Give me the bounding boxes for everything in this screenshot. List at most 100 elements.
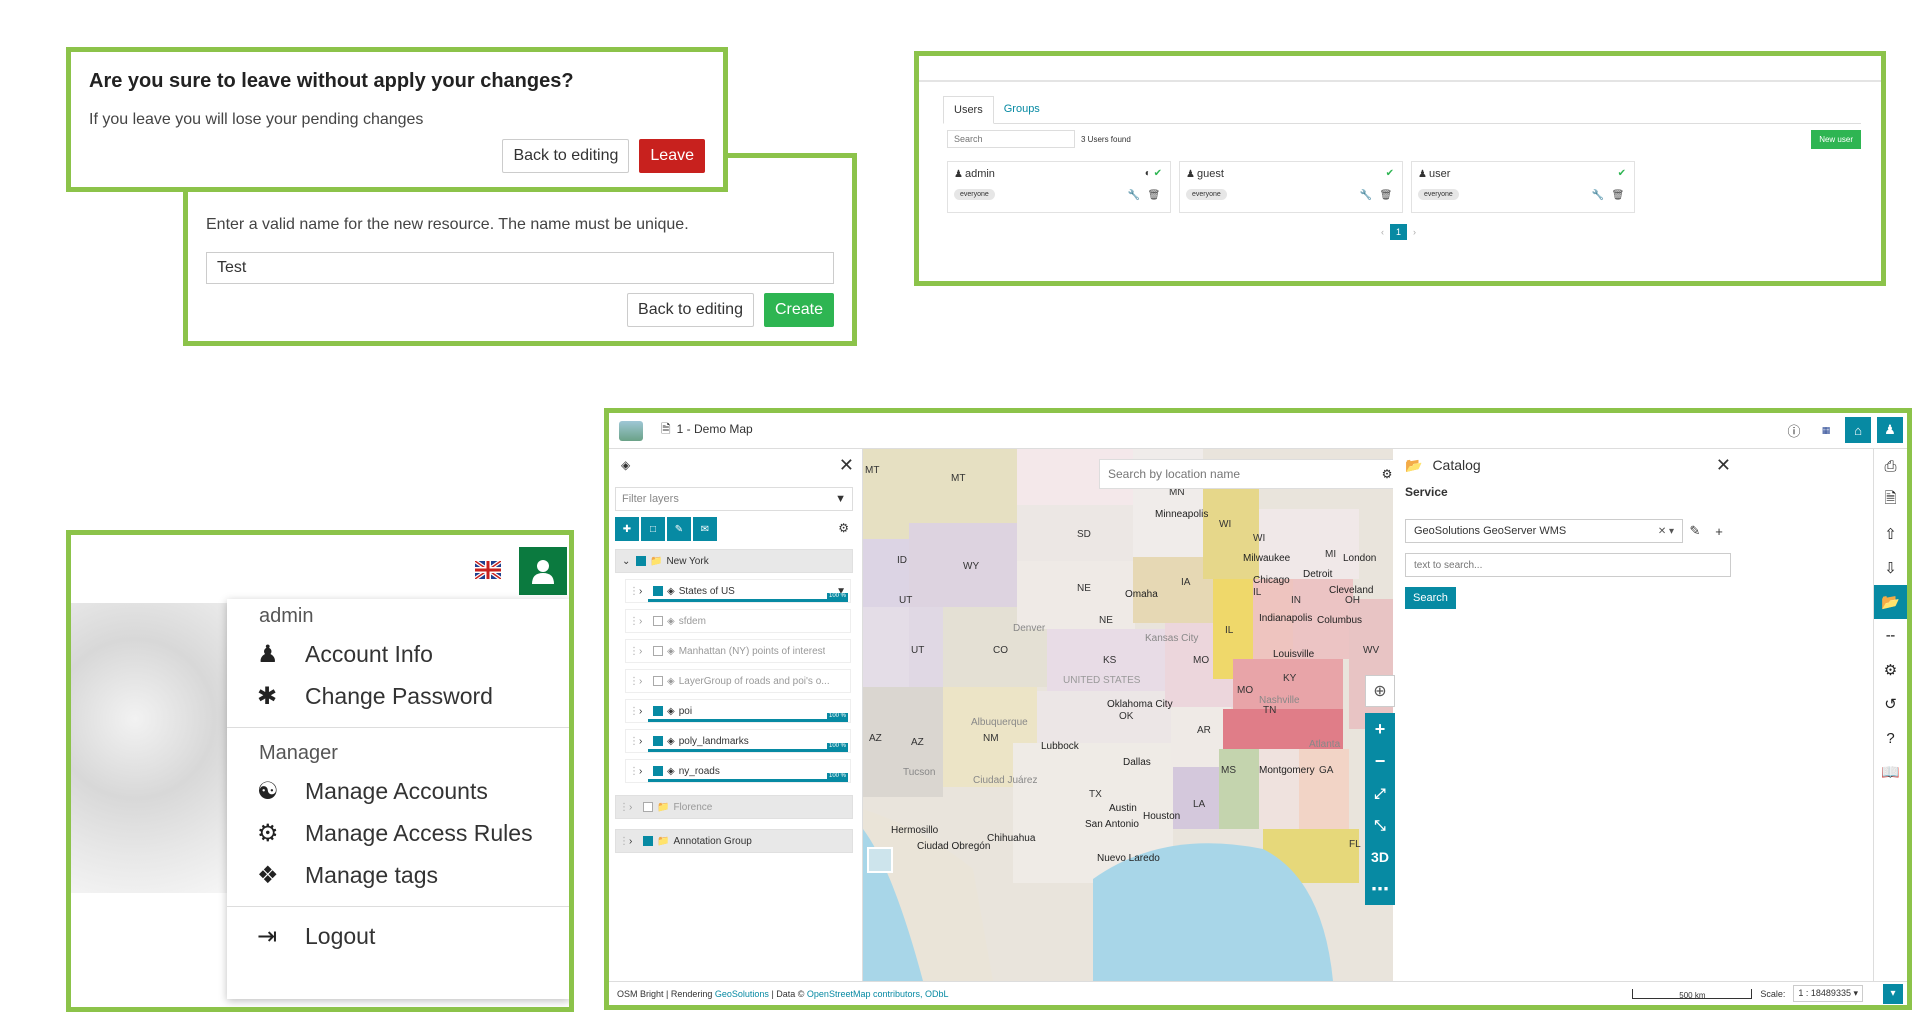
uk-flag-icon[interactable] (475, 561, 501, 579)
home-icon[interactable]: ⌂ (1845, 417, 1871, 443)
chevron-right-icon[interactable]: › (629, 802, 639, 813)
users-search-input[interactable] (947, 130, 1075, 148)
close-icon[interactable]: ✕ (839, 455, 854, 476)
layer-item[interactable]: ⋮ › ◈ States of US ▼ 100 % (625, 579, 851, 603)
filter-layers-input[interactable]: Filter layers ▼ (615, 487, 853, 511)
user-card-guest[interactable]: ♟ guest ✔ everyone 🔧 🗑 (1179, 161, 1403, 213)
opacity-bar[interactable]: 100 % (648, 713, 848, 722)
drag-handle-icon[interactable]: ⋮ (629, 616, 639, 627)
group-checkbox[interactable] (636, 556, 646, 566)
book-icon[interactable]: 📖 (1874, 755, 1908, 789)
fullscreen-icon[interactable]: ⤡ (1374, 809, 1385, 841)
edit-wrench-icon[interactable]: 🔧 (1590, 188, 1606, 204)
drag-handle-icon[interactable]: ⋮ (629, 676, 639, 687)
next-page-chevron-icon[interactable]: › (1413, 227, 1416, 237)
gear-icon[interactable]: ⚙ (1874, 653, 1908, 687)
chevron-right-icon[interactable]: › (639, 676, 649, 687)
delete-trash-icon[interactable]: 🗑 (1610, 188, 1626, 204)
account-info-item[interactable]: ♟ Account Info (227, 633, 569, 675)
layer-checkbox[interactable] (653, 586, 663, 596)
delete-trash-icon[interactable]: 🗑 (1146, 188, 1162, 204)
background-selector-icon[interactable] (867, 847, 893, 873)
layer-checkbox[interactable] (653, 676, 663, 686)
location-search-box[interactable]: Search by location name ⚙⚲☰ (1099, 459, 1393, 489)
layer-group-florence[interactable]: ⋮ › 📁 Florence (615, 795, 853, 819)
chevron-right-icon[interactable]: › (629, 836, 639, 847)
layer-item[interactable]: ⋮ › ◈ LayerGroup of roads and poi's o... (625, 669, 851, 693)
new-user-button[interactable]: New user (1811, 130, 1861, 149)
drag-handle-icon[interactable]: ⋮ (629, 586, 639, 597)
opacity-bar[interactable]: 100 % (648, 593, 848, 602)
add-layer-icon[interactable]: ✚ (615, 517, 639, 541)
map-canvas[interactable]: Search by location name ⚙⚲☰ MT MT ID WY … (863, 449, 1393, 981)
manage-tags-item[interactable]: ❖ Manage tags (227, 854, 569, 896)
group-checkbox[interactable] (643, 836, 653, 846)
chevron-right-icon[interactable]: › (639, 706, 649, 717)
user-card-admin[interactable]: ♟ admin ◐ ✔ everyone 🔧 🗑 (947, 161, 1171, 213)
zoom-in-icon[interactable]: + (1375, 713, 1386, 745)
zoom-out-icon[interactable]: − (1375, 745, 1386, 777)
edit-wrench-icon[interactable]: 🔧 (1358, 188, 1374, 204)
manage-accounts-item[interactable]: ☯ Manage Accounts (227, 770, 569, 812)
chevron-right-icon[interactable]: › (639, 616, 649, 627)
layer-item[interactable]: ⋮ › ◈ sfdem (625, 609, 851, 633)
clear-icon[interactable]: ✕ ▾ (1658, 526, 1674, 537)
drag-handle-icon[interactable]: ⋮ (629, 766, 639, 777)
layer-checkbox[interactable] (653, 616, 663, 626)
add-group-icon[interactable]: □ (641, 517, 665, 541)
manage-access-rules-item[interactable]: ⚙ Manage Access Rules (227, 812, 569, 854)
chevron-right-icon[interactable]: › (639, 736, 649, 747)
layer-group-annotation[interactable]: ⋮ › 📁 Annotation Group (615, 829, 853, 853)
create-button[interactable]: Create (763, 293, 834, 327)
change-password-item[interactable]: ✱ Change Password (227, 675, 569, 717)
user-icon[interactable]: ♟ (1877, 417, 1903, 443)
catalog-search-button[interactable]: Search (1405, 587, 1456, 609)
gear-icon[interactable]: ⚙ (838, 521, 849, 535)
leave-button[interactable]: Leave (639, 139, 705, 173)
logout-item[interactable]: ⇥ Logout (227, 915, 569, 957)
layer-checkbox[interactable] (653, 706, 663, 716)
layer-item[interactable]: ⋮ › ◈ Manhattan (NY) points of interest (625, 639, 851, 663)
filter-icon[interactable]: ▼ (835, 493, 846, 505)
drag-handle-icon[interactable]: ⋮ (619, 836, 629, 847)
chevron-right-icon[interactable]: › (639, 586, 649, 597)
group-checkbox[interactable] (643, 802, 653, 812)
geosolutions-link[interactable]: GeoSolutions (715, 989, 769, 999)
opacity-bar[interactable]: 100 % (648, 773, 848, 782)
locate-me-button[interactable]: ⊕ (1365, 675, 1395, 707)
scale-select[interactable]: 1 : 18489335 ▾ (1793, 985, 1863, 1002)
prev-page-chevron-icon[interactable]: ‹ (1381, 227, 1384, 237)
measure-ruler-icon[interactable]: ╌ (1874, 619, 1908, 653)
catalog-folder-icon[interactable]: 📂 (1873, 585, 1907, 619)
mapstore-logo[interactable] (619, 420, 643, 441)
info-icon[interactable]: ⓘ (1781, 417, 1807, 443)
back-to-editing-button[interactable]: Back to editing (502, 139, 630, 173)
download-icon[interactable]: ⇩ (1874, 551, 1908, 585)
share-icon[interactable]: ↺ (1874, 687, 1908, 721)
layer-checkbox[interactable] (653, 736, 663, 746)
document-icon[interactable]: 🗎 (1874, 483, 1908, 517)
print-icon[interactable]: ⎙ (1874, 449, 1908, 483)
user-card-user[interactable]: ♟ user ✔ everyone 🔧 🗑 (1411, 161, 1635, 213)
drag-handle-icon[interactable]: ⋮ (629, 646, 639, 657)
edit-service-icon[interactable]: ✎ (1683, 519, 1707, 543)
chevron-right-icon[interactable]: › (639, 646, 649, 657)
layer-group-new-york[interactable]: ⌄ 📁 New York (615, 549, 853, 573)
osm-link[interactable]: OpenStreetMap contributors, ODbL (807, 989, 949, 999)
zoom-to-extent-icon[interactable]: ⤢ (1374, 777, 1385, 809)
service-select[interactable]: GeoSolutions GeoServer WMS ✕ ▾ (1405, 519, 1683, 543)
chevron-down-icon[interactable]: ⌄ (622, 556, 632, 567)
gear-icon[interactable]: ⚙ (1382, 467, 1393, 481)
language-flag-icon[interactable]: ▦ (1813, 417, 1839, 443)
user-menu-button[interactable] (519, 547, 567, 595)
add-service-icon[interactable]: + (1707, 519, 1731, 543)
opacity-bar[interactable]: 100 % (648, 743, 848, 752)
tab-users[interactable]: Users (943, 96, 994, 124)
tab-groups[interactable]: Groups (994, 96, 1050, 123)
drag-handle-icon[interactable]: ⋮ (629, 706, 639, 717)
layer-item[interactable]: ⋮ › ◈ poi 100 % (625, 699, 851, 723)
page-button[interactable]: 1 (1390, 224, 1408, 240)
footer-toggle-icon[interactable]: ▾ (1883, 983, 1903, 1004)
edit-layers-icon[interactable]: ✎ (667, 517, 691, 541)
layer-item[interactable]: ⋮ › ◈ ny_roads 100 % (625, 759, 851, 783)
